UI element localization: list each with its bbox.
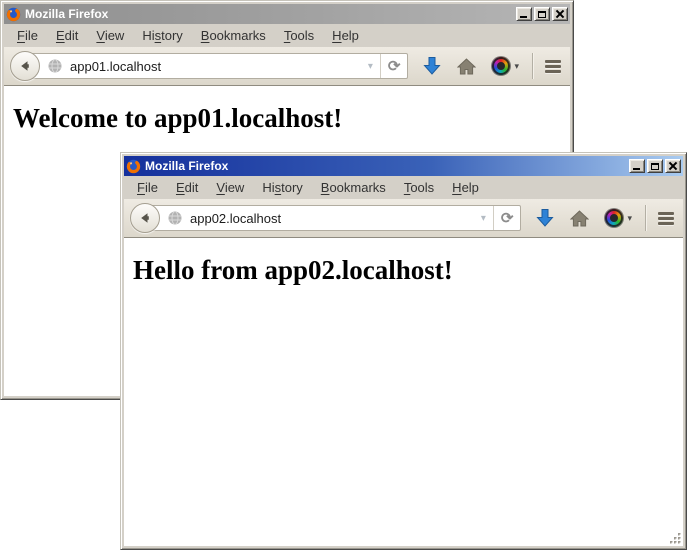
menu-history[interactable]: History	[253, 178, 311, 197]
minimize-icon	[520, 16, 527, 18]
maximize-icon	[538, 11, 546, 18]
window-app02: Mozilla Firefox File Edit View History B…	[120, 152, 687, 550]
menu-bar: File Edit View History Bookmarks Tools H…	[4, 24, 570, 47]
download-icon	[423, 56, 441, 76]
home-icon	[570, 210, 589, 227]
url-text[interactable]: app01.localhost	[70, 59, 361, 74]
home-icon	[457, 58, 476, 75]
window-title: Mozilla Firefox	[25, 7, 514, 21]
addon-colorwheel-icon	[492, 57, 510, 75]
reload-button[interactable]: ⟳	[380, 54, 408, 78]
back-button[interactable]	[130, 203, 160, 233]
urlbar-dropdown-icon[interactable]: ▾	[361, 61, 380, 72]
menu-history[interactable]: History	[133, 26, 191, 45]
navigation-toolbar: app02.localhost ▾ ⟳ ▾	[124, 199, 683, 238]
reload-button[interactable]: ⟳	[493, 206, 521, 230]
minimize-icon	[633, 168, 640, 170]
menu-file[interactable]: File	[8, 26, 47, 45]
globe-icon[interactable]	[47, 58, 63, 74]
addon-dropdown-icon: ▾	[627, 213, 632, 224]
url-text[interactable]: app02.localhost	[190, 211, 474, 226]
menu-hamburger-icon	[658, 212, 674, 215]
menu-file[interactable]: File	[128, 178, 167, 197]
resize-grip[interactable]	[669, 532, 682, 545]
firefox-icon[interactable]	[6, 7, 21, 22]
back-button[interactable]	[10, 51, 40, 81]
downloads-button[interactable]	[423, 56, 441, 76]
maximize-button[interactable]	[534, 7, 550, 21]
addon-button[interactable]: ▾	[492, 57, 519, 75]
menu-hamburger-icon	[545, 60, 561, 63]
maximize-icon	[651, 163, 659, 170]
addon-dropdown-icon: ▾	[514, 61, 519, 72]
page-content: Hello from app02.localhost!	[124, 238, 683, 546]
app-menu-button[interactable]	[545, 60, 561, 73]
close-icon	[669, 162, 677, 170]
download-icon	[536, 208, 554, 228]
url-bar[interactable]: app02.localhost ▾ ⟳	[144, 205, 521, 231]
addon-colorwheel-icon	[605, 209, 623, 227]
menu-view[interactable]: View	[207, 178, 253, 197]
titlebar[interactable]: Mozilla Firefox	[4, 4, 570, 24]
menu-edit[interactable]: Edit	[47, 26, 87, 45]
home-button[interactable]	[570, 210, 589, 227]
menu-tools[interactable]: Tools	[395, 178, 443, 197]
menu-help[interactable]: Help	[323, 26, 368, 45]
page-heading: Hello from app02.localhost!	[133, 255, 683, 286]
menu-bookmarks[interactable]: Bookmarks	[312, 178, 395, 197]
toolbar-separator	[645, 205, 646, 231]
window-title: Mozilla Firefox	[145, 159, 627, 173]
app-menu-button[interactable]	[658, 212, 674, 225]
back-icon	[137, 210, 153, 226]
menu-bookmarks[interactable]: Bookmarks	[192, 26, 275, 45]
menu-view[interactable]: View	[87, 26, 133, 45]
menu-help[interactable]: Help	[443, 178, 488, 197]
urlbar-dropdown-icon[interactable]: ▾	[474, 213, 493, 224]
menu-tools[interactable]: Tools	[275, 26, 323, 45]
menu-edit[interactable]: Edit	[167, 178, 207, 197]
menu-bar: File Edit View History Bookmarks Tools H…	[124, 176, 683, 199]
page-heading: Welcome to app01.localhost!	[13, 103, 570, 134]
navigation-toolbar: app01.localhost ▾ ⟳ ▾	[4, 47, 570, 86]
downloads-button[interactable]	[536, 208, 554, 228]
home-button[interactable]	[457, 58, 476, 75]
firefox-icon[interactable]	[126, 159, 141, 174]
toolbar-separator	[532, 53, 533, 79]
close-button[interactable]	[665, 159, 681, 173]
close-icon	[556, 10, 564, 18]
close-button[interactable]	[552, 7, 568, 21]
maximize-button[interactable]	[647, 159, 663, 173]
addon-button[interactable]: ▾	[605, 209, 632, 227]
globe-icon[interactable]	[167, 210, 183, 226]
titlebar[interactable]: Mozilla Firefox	[124, 156, 683, 176]
minimize-button[interactable]	[516, 7, 532, 21]
url-bar[interactable]: app01.localhost ▾ ⟳	[24, 53, 408, 79]
back-icon	[17, 58, 33, 74]
minimize-button[interactable]	[629, 159, 645, 173]
